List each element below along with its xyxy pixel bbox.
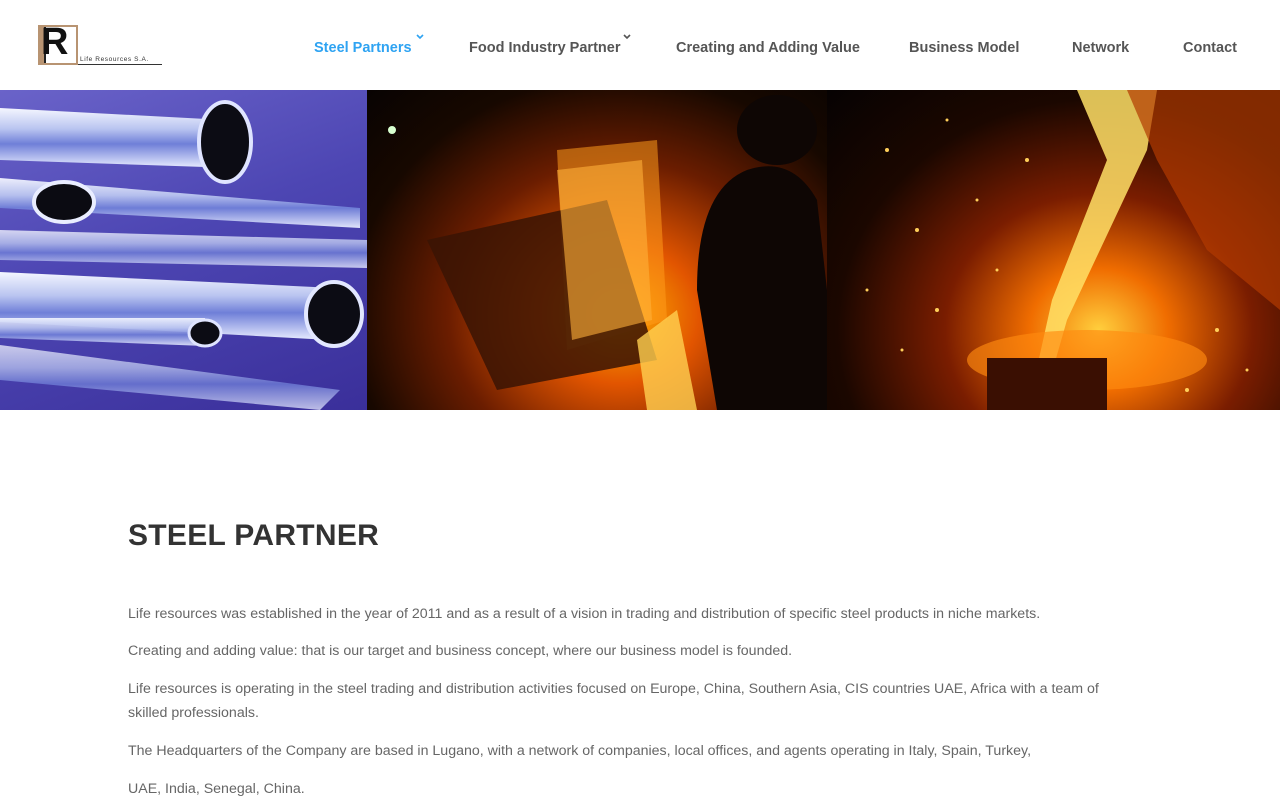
nav-steel-partners[interactable]: Steel Partners xyxy=(314,40,412,56)
nav-creating-adding-value[interactable]: Creating and Adding Value xyxy=(676,40,860,56)
nav-network[interactable]: Network xyxy=(1072,40,1129,56)
steel-tubes-image xyxy=(0,90,367,410)
steel-foundry-worker-image xyxy=(367,90,827,410)
paragraph: Life resources is operating in the steel… xyxy=(128,681,1099,721)
hero-slider[interactable] xyxy=(0,90,1280,410)
chevron-down-icon[interactable] xyxy=(416,34,424,42)
paragraph: Life resources was established in the ye… xyxy=(128,606,1041,622)
page-title: STEEL PARTNER xyxy=(128,519,380,552)
chevron-down-icon[interactable] xyxy=(623,34,631,42)
nav-business-model[interactable]: Business Model xyxy=(909,40,1019,56)
molten-steel-pour-image xyxy=(827,90,1280,410)
main-content: STEEL PARTNER Life resources was establi… xyxy=(128,518,1152,797)
main-nav: Steel Partners Food Industry Partner Cre… xyxy=(0,0,1280,90)
nav-contact[interactable]: Contact xyxy=(1183,40,1237,56)
paragraph: UAE, India, Senegal, China. xyxy=(128,781,305,797)
nav-food-industry-partner[interactable]: Food Industry Partner xyxy=(469,40,620,56)
site-header: R Life Resources S.A. Steel Partners Foo… xyxy=(0,0,1280,90)
paragraph: The Headquarters of the Company are base… xyxy=(128,743,1032,759)
paragraph: Creating and adding value: that is our t… xyxy=(128,643,793,659)
